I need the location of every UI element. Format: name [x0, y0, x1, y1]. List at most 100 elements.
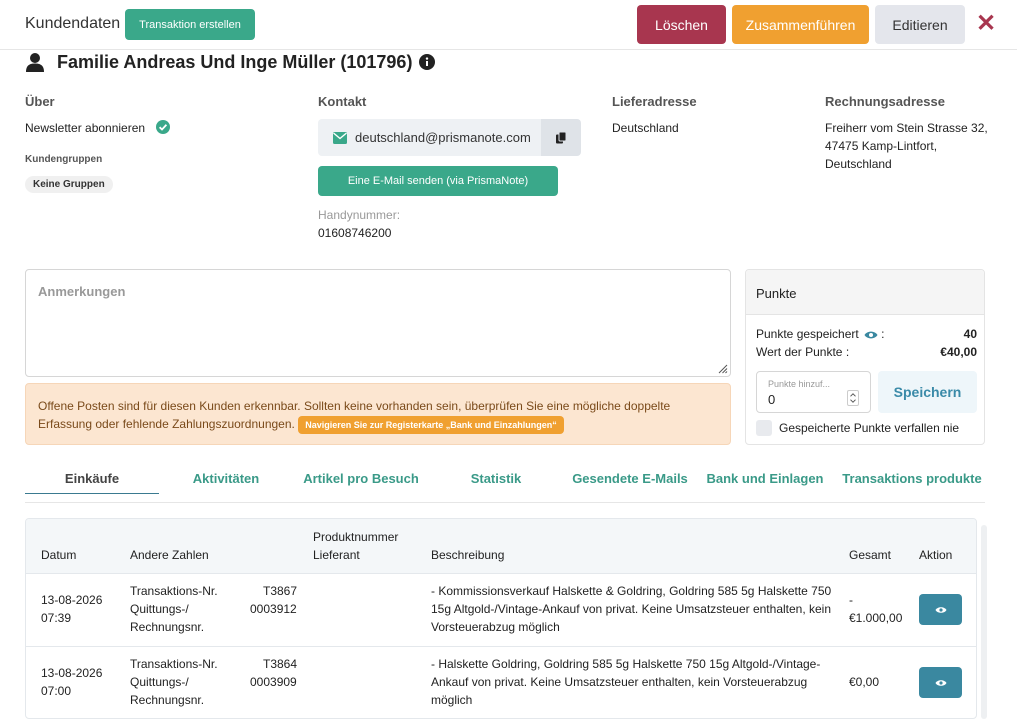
row-desc-3: möglich [431, 693, 473, 707]
col-action: Aktion [919, 548, 953, 562]
points-card-header: Punkte [746, 270, 984, 315]
points-never-expire-label: Gespeicherte Punkte verfallen nie [779, 421, 960, 435]
view-transaction-button[interactable] [919, 667, 962, 698]
about-heading: Über [25, 94, 55, 109]
number-stepper-icon[interactable] [847, 390, 859, 406]
user-icon [26, 53, 44, 72]
row-receipt-value: 0003912 [250, 602, 297, 616]
row-receipt-label-2: Rechnungsnr. [130, 620, 205, 634]
merge-button[interactable]: Zusammenführen [732, 5, 869, 44]
col-description: Beschreibung [431, 548, 505, 562]
delete-button[interactable]: Löschen [637, 5, 726, 44]
billing-line-1: Freiherr vom Stein Strasse 32, [825, 121, 988, 135]
copy-icon [556, 131, 566, 143]
eye-icon[interactable] [864, 330, 878, 340]
row-time: 07:00 [41, 684, 72, 698]
info-icon[interactable] [419, 54, 436, 70]
points-card: Punkte Punkte gespeichert : 40 Wert der … [745, 269, 985, 445]
open-items-alert: Offene Posten sind für diesen Kunden erk… [25, 383, 731, 445]
email-display: deutschland@prismanote.com [318, 119, 541, 156]
points-saved-value: 40 [963, 327, 977, 341]
points-add-input[interactable]: Punkte hinzuf... 0 [756, 371, 871, 413]
customer-groups-heading: Kundengruppen [25, 154, 103, 165]
row-total-1: €0,00 [849, 675, 880, 689]
purchases-table: Datum Andere Zahlen Produktnummer Liefer… [25, 518, 977, 719]
navigate-bank-tab-button[interactable]: Navigieren Sie zur Registerkarte „Bank u… [298, 415, 564, 434]
eye-icon [935, 679, 946, 686]
row-desc-2: 15g Altgold-/Vintage-Ankauf von privat. … [431, 602, 832, 616]
row-tx-label: Transaktions-Nr. [130, 584, 218, 598]
billing-line-2: 47475 Kamp-Lintfort, [825, 139, 938, 153]
points-worth-value: €40,00 [940, 345, 977, 359]
envelope-icon [333, 131, 347, 144]
delivery-address: Deutschland [612, 121, 679, 135]
col-product-number: Produktnummer [313, 530, 399, 544]
tab-statistics[interactable]: Statistik [443, 462, 549, 494]
points-save-button[interactable]: Speichern [878, 371, 977, 413]
col-total: Gesamt [849, 548, 892, 562]
tab-activities[interactable]: Aktivitäten [173, 462, 279, 494]
row-date: 13-08-2026 [41, 593, 103, 607]
billing-heading: Rechnungsadresse [825, 94, 945, 109]
email-value: deutschland@prismanote.com [355, 130, 531, 145]
tab-purchases[interactable]: Einkäufe [25, 462, 159, 494]
notes-textarea[interactable]: Anmerkungen [25, 269, 731, 377]
row-desc-1: - Halskette Goldring, Goldring 585 5g Ha… [431, 657, 821, 671]
tab-sent-emails[interactable]: Gesendete E-Mails [565, 462, 695, 494]
page-title: Kundendaten [25, 15, 121, 32]
row-desc-1: - Kommissionsverkauf Halskette & Goldrin… [431, 584, 832, 598]
points-add-value: 0 [768, 392, 776, 407]
row-total-1: - [849, 593, 853, 607]
points-worth-label: Wert der Punkte : [756, 345, 850, 359]
copy-email-button[interactable] [541, 119, 581, 156]
points-saved-label: Punkte gespeichert [756, 327, 859, 341]
tab-bank-deposits[interactable]: Bank und Einlagen [701, 462, 829, 494]
table-row: 13-08-2026 07:00 Transaktions-Nr. T3864 … [26, 647, 976, 718]
row-total-2: €1.000,00 [849, 611, 903, 625]
phone-value: 01608746200 [318, 226, 392, 240]
table-header: Datum Andere Zahlen Produktnummer Liefer… [26, 519, 976, 574]
points-title: Punkte [756, 286, 797, 301]
col-other-numbers: Andere Zahlen [130, 548, 209, 562]
tab-items-per-visit[interactable]: Artikel pro Besuch [295, 462, 427, 494]
close-icon[interactable]: ✕ [975, 11, 997, 37]
edit-button[interactable]: Editieren [875, 5, 965, 44]
eye-icon [935, 606, 946, 613]
row-desc-2: Ankauf von privat. Keine Umsatzsteuer en… [431, 675, 808, 689]
create-transaction-button[interactable]: Transaktion erstellen [125, 9, 255, 40]
notes-placeholder: Anmerkungen [38, 284, 126, 299]
check-circle-icon [156, 120, 170, 134]
contact-heading: Kontakt [318, 94, 367, 109]
row-tx-label: Transaktions-Nr. [130, 657, 218, 671]
top-bar: Kundendaten Transaktion erstellen Lösche… [0, 0, 1017, 50]
row-tx-value: T3867 [263, 584, 298, 598]
table-row: 13-08-2026 07:39 Transaktions-Nr. T3867 … [26, 574, 976, 647]
view-transaction-button[interactable] [919, 594, 962, 625]
tab-transaction-products[interactable]: Transaktions produkte [839, 462, 985, 494]
row-desc-3: Vorsteuerabzug möglich [431, 620, 560, 634]
row-receipt-value: 0003909 [250, 675, 297, 689]
customer-groups-badge: Keine Gruppen [25, 176, 113, 193]
tabs-bar: Einkäufe Aktivitäten Artikel pro Besuch … [25, 462, 985, 503]
phone-label: Handynummer: [318, 208, 401, 222]
send-email-button[interactable]: Eine E-Mail senden (via PrismaNote) [318, 166, 558, 196]
points-saved-row: Punkte gespeichert : 40 [756, 327, 977, 341]
row-tx-value: T3864 [263, 657, 298, 671]
billing-line-3: Deutschland [825, 157, 892, 171]
billing-address: Freiherr vom Stein Strasse 32, 47475 Kam… [825, 119, 1005, 173]
row-receipt-label: Quittungs-/ [130, 602, 189, 616]
resize-grip-icon[interactable] [716, 362, 728, 374]
row-date: 13-08-2026 [41, 666, 103, 680]
row-receipt-label-2: Rechnungsnr. [130, 693, 205, 707]
row-time: 07:39 [41, 611, 72, 625]
points-add-label: Punkte hinzuf... [768, 379, 831, 389]
newsletter-label: Newsletter abonnieren [25, 121, 146, 135]
delivery-heading: Lieferadresse [612, 94, 697, 109]
customer-name: Familie Andreas Und Inge Müller (101796) [57, 51, 413, 72]
row-receipt-label: Quittungs-/ [130, 675, 189, 689]
points-worth-row: Wert der Punkte : €40,00 [756, 345, 977, 359]
customer-heading: Familie Andreas Und Inge Müller (101796) [25, 51, 436, 73]
points-never-expire-checkbox[interactable] [756, 420, 772, 436]
table-scrollbar[interactable] [981, 525, 987, 719]
col-supplier: Lieferant [313, 548, 360, 562]
